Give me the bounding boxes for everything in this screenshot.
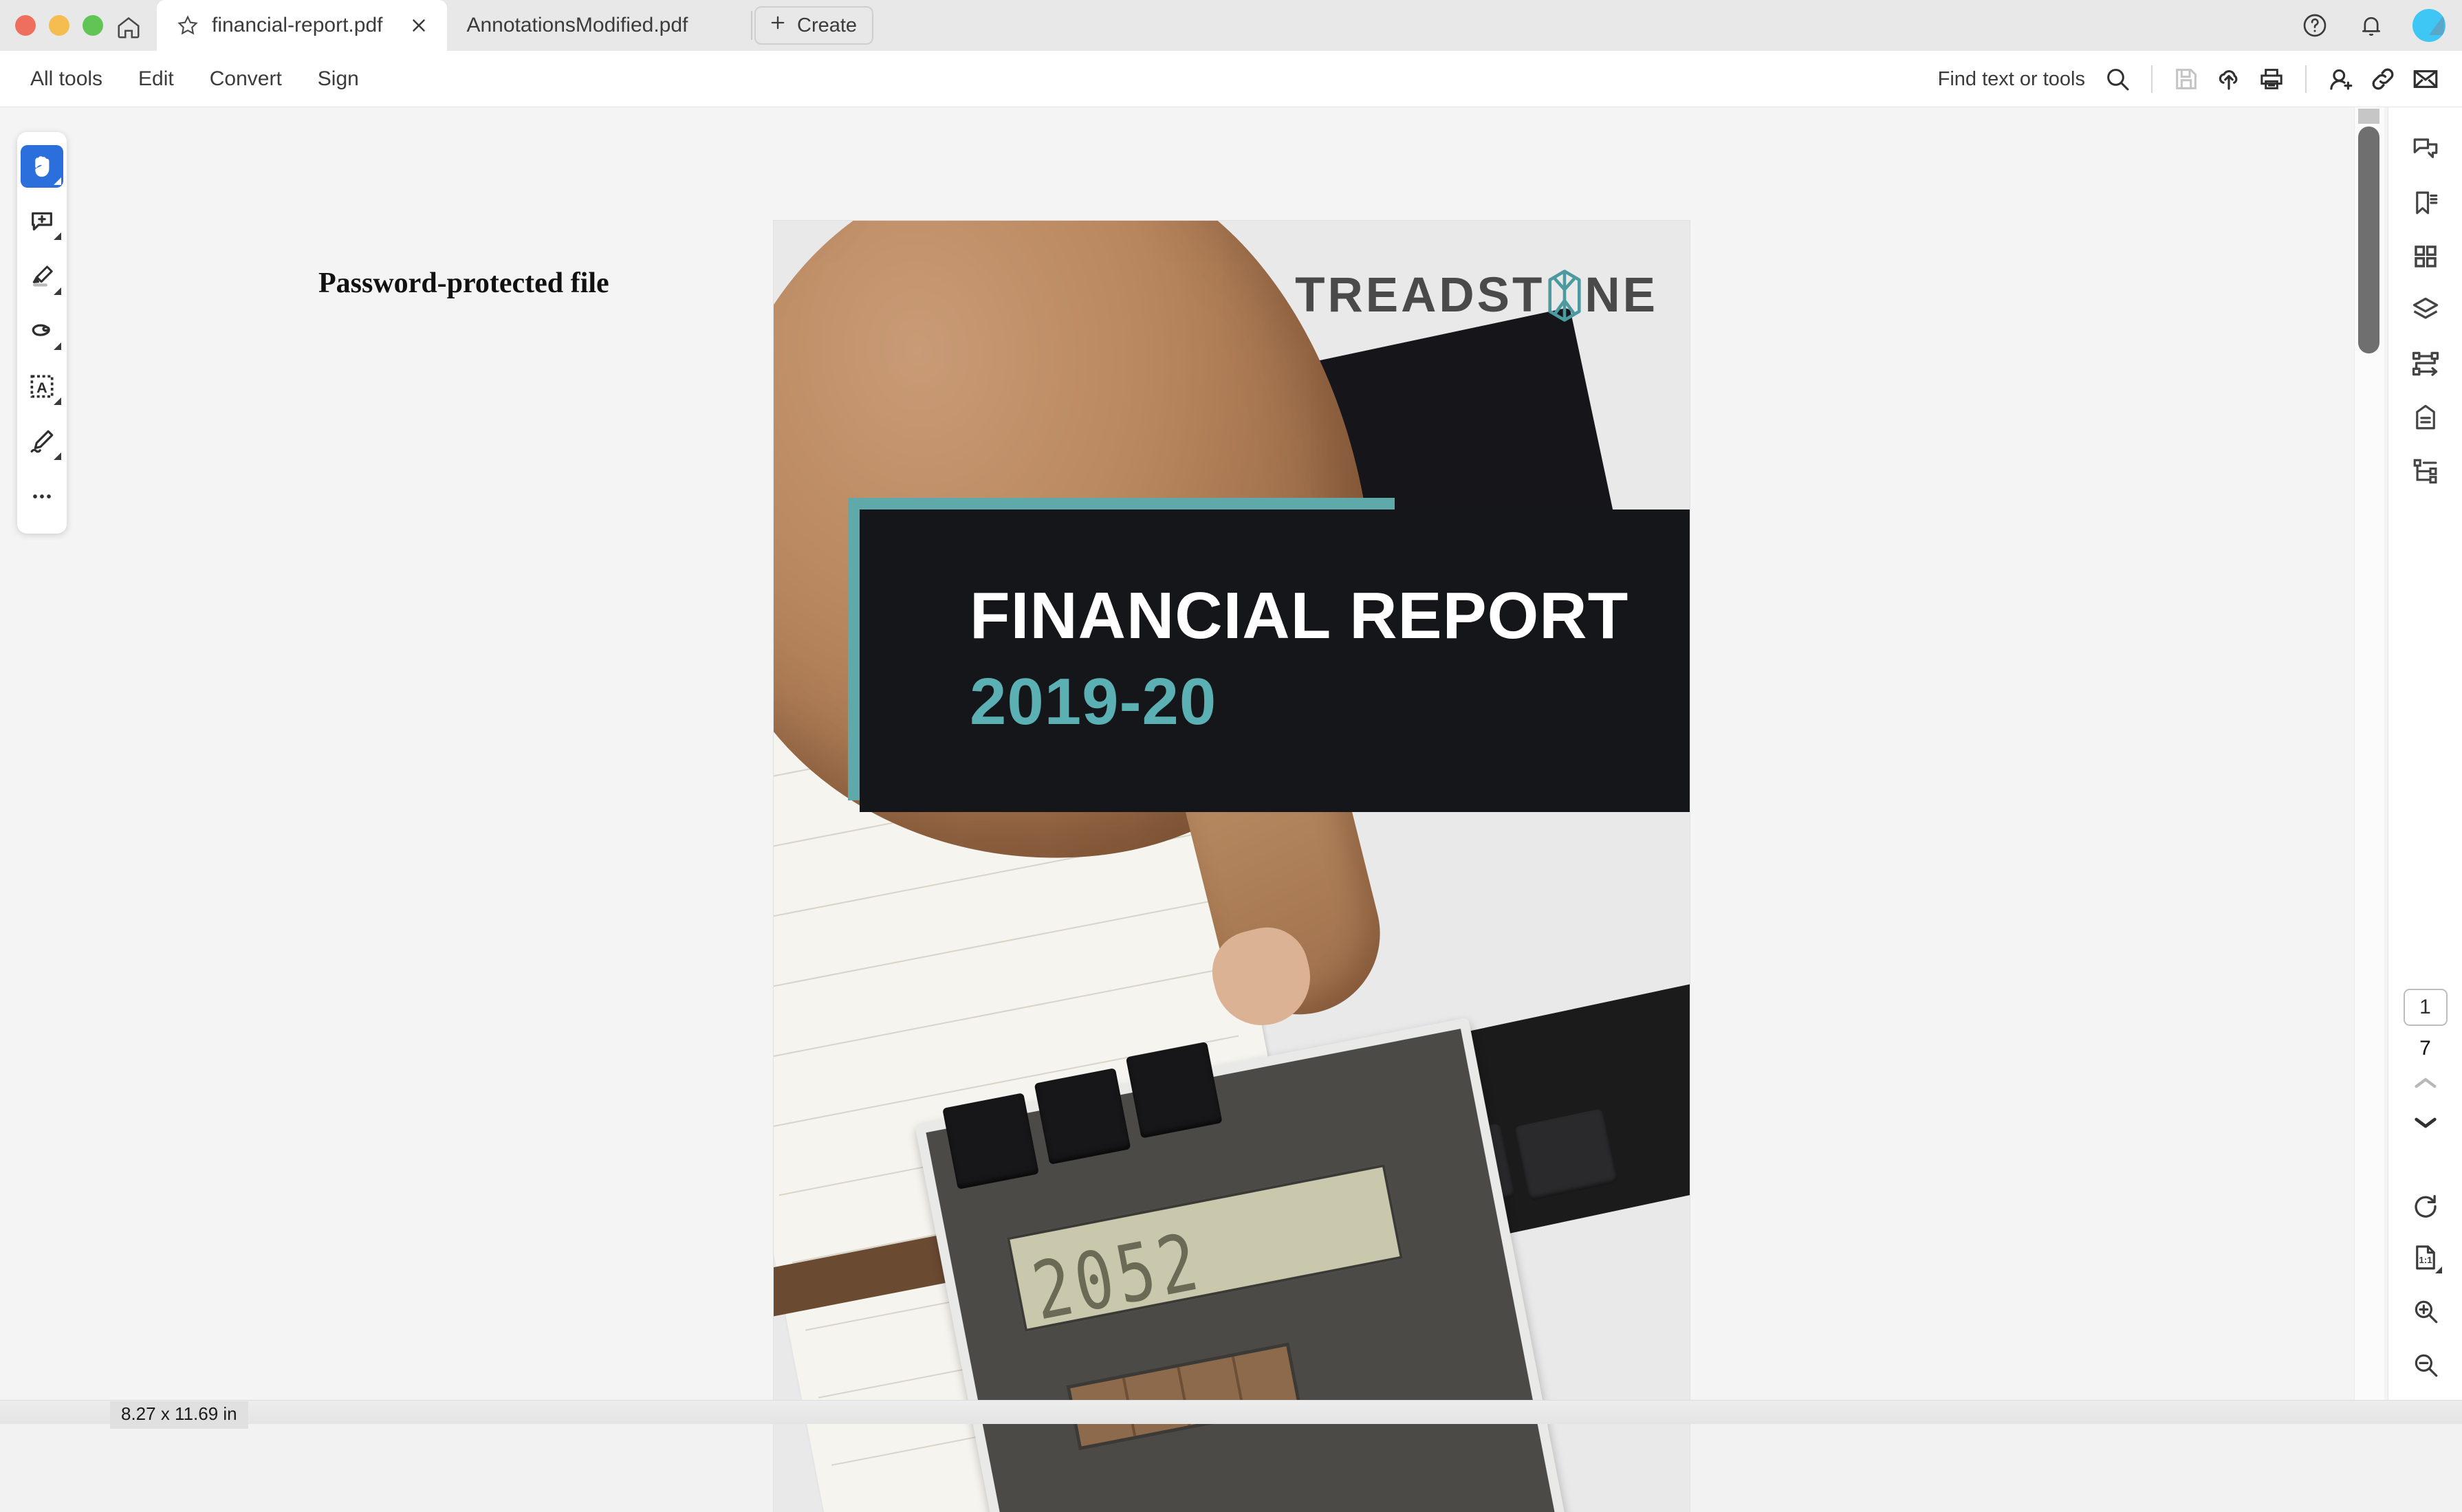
page-total-label: 7 — [2419, 1037, 2431, 1060]
tab-annotations-modified[interactable]: AnnotationsModified.pdf — [447, 0, 706, 51]
structure-tree-icon[interactable] — [2403, 448, 2448, 494]
more-tools[interactable] — [21, 475, 63, 518]
calculator-key-3 — [1125, 1041, 1223, 1139]
chevron-expand-icon[interactable] — [54, 342, 61, 350]
fit-actual-size-icon[interactable]: 1:1 — [2403, 1235, 2448, 1280]
calculator-key-on — [942, 1093, 1039, 1190]
home-icon[interactable] — [113, 12, 144, 43]
create-button[interactable]: Create — [754, 6, 874, 45]
chevron-expand-icon[interactable] — [54, 232, 61, 240]
page-number-value: 1 — [2419, 996, 2431, 1018]
workflow-icon[interactable] — [2403, 341, 2448, 386]
highlighter-tool[interactable] — [21, 255, 63, 298]
page-size-label: 8.27 x 11.69 in — [110, 1401, 248, 1429]
logo-text-after: NE — [1584, 268, 1658, 322]
chevron-expand-icon[interactable] — [54, 452, 61, 460]
upload-cloud-icon[interactable] — [2208, 58, 2250, 100]
status-bar — [0, 1400, 2462, 1424]
close-icon[interactable] — [408, 15, 429, 36]
calculator-key-mplus — [1034, 1068, 1131, 1165]
maximize-window-button[interactable] — [83, 15, 103, 36]
find-label: Find text or tools — [1937, 67, 2085, 90]
tags-icon[interactable] — [2403, 395, 2448, 440]
work-area: A Password-protected file 2052 TREADST N… — [0, 107, 2462, 1512]
zoom-in-icon[interactable] — [2403, 1289, 2448, 1334]
add-comment-tool[interactable] — [21, 200, 63, 243]
right-rail: 1 7 1:1 — [2388, 107, 2462, 1400]
window-controls[interactable] — [15, 15, 103, 36]
logo-text-before: TREADST — [1295, 268, 1545, 322]
menu-bar: All tools Edit Convert Sign Find text or… — [0, 51, 2462, 107]
rotate-clockwise-icon[interactable] — [2403, 1181, 2448, 1227]
divider — [2151, 65, 2153, 93]
menu-edit[interactable]: Edit — [120, 61, 192, 98]
comments-icon[interactable] — [2403, 127, 2448, 172]
menu-all-tools[interactable]: All tools — [12, 61, 120, 98]
pdf-page[interactable]: + . 0 2052 TREADST — [774, 221, 1690, 1512]
zoom-out-icon[interactable] — [2403, 1342, 2448, 1388]
tab-strip: financial-report.pdf AnnotationsModified… — [157, 0, 706, 51]
previous-page-button[interactable] — [2403, 1066, 2448, 1100]
add-person-icon[interactable] — [2319, 58, 2362, 100]
cover-photo: + . 0 2052 TREADST — [774, 221, 1690, 1512]
document-title: FINANCIAL REPORT — [970, 579, 1629, 653]
bookmarks-icon[interactable] — [2403, 180, 2448, 226]
title-bar: financial-report.pdf AnnotationsModified… — [0, 0, 2462, 51]
svg-text:A: A — [36, 379, 47, 396]
menu-bar-actions: Find text or tools — [1938, 51, 2447, 107]
bell-icon[interactable] — [2356, 10, 2386, 41]
gem-icon — [1546, 269, 1583, 322]
calculator-solar-panel — [1066, 1342, 1302, 1451]
signature-tool[interactable] — [21, 420, 63, 463]
print-icon[interactable] — [2250, 58, 2293, 100]
page-number-input[interactable]: 1 — [2403, 989, 2448, 1026]
plus-icon — [768, 13, 787, 38]
chevron-expand-icon[interactable] — [54, 287, 61, 295]
menu-items: All tools Edit Convert Sign — [12, 61, 377, 98]
title-bar-actions — [2300, 9, 2445, 42]
create-button-label: Create — [797, 14, 858, 36]
password-protected-note: Password-protected file — [318, 267, 609, 299]
document-subtitle: 2019-20 — [970, 665, 1217, 738]
email-icon[interactable] — [2404, 58, 2447, 100]
tab-divider — [751, 11, 752, 40]
link-icon[interactable] — [2362, 58, 2404, 100]
title-block: FINANCIAL REPORT 2019-20 — [860, 510, 1690, 812]
page-thumbnails-icon[interactable] — [2403, 234, 2448, 279]
search-icon[interactable] — [2096, 58, 2139, 100]
star-icon[interactable] — [176, 14, 199, 37]
chevron-expand-icon[interactable] — [54, 177, 61, 185]
document-scrollbar-cap — [2358, 109, 2379, 124]
save-icon[interactable] — [2165, 58, 2208, 100]
close-window-button[interactable] — [15, 15, 36, 36]
left-toolbar: A — [17, 132, 67, 534]
divider — [2305, 65, 2307, 93]
svg-text:1:1: 1:1 — [2419, 1255, 2432, 1265]
avatar[interactable] — [2412, 9, 2445, 42]
draw-oval-tool[interactable] — [21, 310, 63, 353]
layers-icon[interactable] — [2403, 287, 2448, 333]
chevron-expand-icon[interactable] — [54, 397, 61, 405]
document-scrollbar-thumb[interactable] — [2358, 127, 2379, 353]
tab-financial-report[interactable]: financial-report.pdf — [157, 0, 448, 51]
treadstone-logo: TREADST NE — [1295, 267, 1658, 323]
tab-label: AnnotationsModified.pdf — [466, 14, 688, 36]
menu-sign[interactable]: Sign — [300, 61, 377, 98]
add-text-tool[interactable]: A — [21, 365, 63, 408]
chevron-expand-icon[interactable] — [2434, 1267, 2442, 1273]
question-circle-icon[interactable] — [2300, 10, 2330, 41]
minimize-window-button[interactable] — [49, 15, 69, 36]
tab-label: financial-report.pdf — [212, 14, 383, 36]
menu-convert[interactable]: Convert — [192, 61, 300, 98]
next-page-button[interactable] — [2403, 1106, 2448, 1140]
hand-tool[interactable] — [21, 145, 63, 188]
